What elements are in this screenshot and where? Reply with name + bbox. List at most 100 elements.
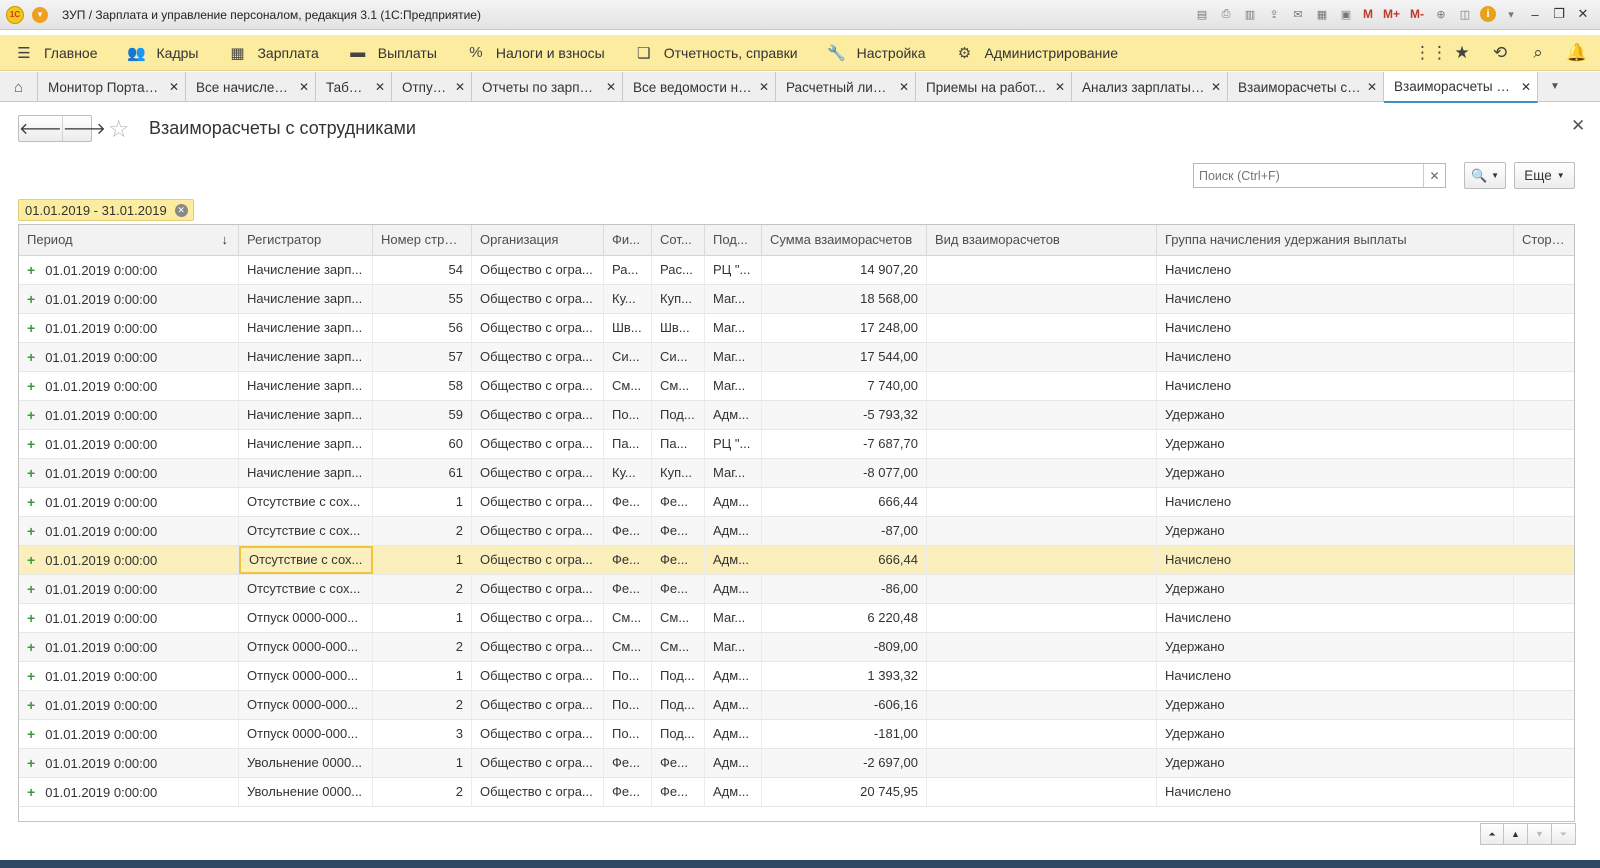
cell-amount[interactable]: -8 077,00: [762, 459, 927, 487]
panels-icon[interactable]: ◫: [1456, 5, 1474, 23]
cell-settlement-type[interactable]: [927, 343, 1157, 371]
table-row[interactable]: +01.01.2019 0:00:00 Увольнение 0000... 1 Об…: [19, 749, 1574, 778]
cell-organization[interactable]: Общество с огра...: [472, 575, 604, 603]
cell-storno[interactable]: [1514, 256, 1574, 284]
section-salary[interactable]: ▦ Зарплата: [213, 35, 333, 71]
cell-period[interactable]: +01.01.2019 0:00:00: [19, 285, 239, 313]
cell-period[interactable]: +01.01.2019 0:00:00: [19, 778, 239, 806]
cell-amount[interactable]: 666,44: [762, 546, 927, 574]
close-icon[interactable]: ✕: [759, 80, 769, 94]
col-accrual-group[interactable]: Группа начисления удержания выплаты: [1157, 225, 1514, 256]
all-functions-icon[interactable]: ⋮⋮: [1414, 43, 1448, 63]
cell-storno[interactable]: [1514, 633, 1574, 661]
cell-line-number[interactable]: 58: [373, 372, 472, 400]
cell-settlement-type[interactable]: [927, 430, 1157, 458]
cell-amount[interactable]: 17 544,00: [762, 343, 927, 371]
cell-organization[interactable]: Общество с огра...: [472, 604, 604, 632]
clear-search-icon[interactable]: ✕: [1423, 164, 1445, 187]
col-settlement-type[interactable]: Вид взаиморасчетов: [927, 225, 1157, 256]
close-icon[interactable]: ✕: [1367, 80, 1377, 94]
cell-settlement-type[interactable]: [927, 459, 1157, 487]
cell-employee[interactable]: См...: [652, 633, 705, 661]
cell-amount[interactable]: -606,16: [762, 691, 927, 719]
cell-settlement-type[interactable]: [927, 285, 1157, 313]
cell-registrar[interactable]: Начисление зарп...: [239, 372, 373, 400]
cell-period[interactable]: +01.01.2019 0:00:00: [19, 720, 239, 748]
cell-employee[interactable]: Куп...: [652, 285, 705, 313]
cell-settlement-type[interactable]: [927, 517, 1157, 545]
cell-individual[interactable]: По...: [604, 720, 652, 748]
cell-accrual-group[interactable]: Удержано: [1157, 517, 1514, 545]
cell-amount[interactable]: 666,44: [762, 488, 927, 516]
cell-accrual-group[interactable]: Удержано: [1157, 575, 1514, 603]
memory-m-button[interactable]: M: [1361, 5, 1375, 23]
cell-registrar[interactable]: Отпуск 0000-000...: [239, 604, 373, 632]
cell-organization[interactable]: Общество с огра...: [472, 778, 604, 806]
cell-employee[interactable]: Под...: [652, 662, 705, 690]
cell-amount[interactable]: -87,00: [762, 517, 927, 545]
cell-organization[interactable]: Общество с огра...: [472, 430, 604, 458]
cell-storno[interactable]: [1514, 314, 1574, 342]
cell-line-number[interactable]: 60: [373, 430, 472, 458]
close-icon[interactable]: ✕: [455, 80, 465, 94]
cell-registrar[interactable]: Начисление зарп...: [239, 401, 373, 429]
cell-individual[interactable]: Ра...: [604, 256, 652, 284]
cell-department[interactable]: Маг...: [705, 459, 762, 487]
search-icon[interactable]: ⌕: [1528, 43, 1548, 63]
cell-line-number[interactable]: 56: [373, 314, 472, 342]
cell-line-number[interactable]: 1: [373, 749, 472, 777]
cell-accrual-group[interactable]: Удержано: [1157, 720, 1514, 748]
col-storno[interactable]: Сторно: [1514, 225, 1574, 256]
restore-icon[interactable]: ❐: [1550, 5, 1568, 23]
tab-settlements-active[interactable]: Взаиморасчеты с ... ✕: [1384, 72, 1538, 103]
cell-department[interactable]: Маг...: [705, 372, 762, 400]
table-row[interactable]: +01.01.2019 0:00:00 Отсутствие с сох... 2 О…: [19, 517, 1574, 546]
tab-payslip[interactable]: Расчетный листок ✕: [776, 72, 916, 102]
cell-accrual-group[interactable]: Начислено: [1157, 778, 1514, 806]
table-row[interactable]: +01.01.2019 0:00:00 Начисление зарп... 57 О…: [19, 343, 1574, 372]
cell-registrar[interactable]: Начисление зарп...: [239, 285, 373, 313]
cell-individual[interactable]: Ку...: [604, 285, 652, 313]
memory-plus-button[interactable]: M+: [1381, 5, 1402, 23]
cell-registrar[interactable]: Начисление зарп...: [239, 459, 373, 487]
cell-organization[interactable]: Общество с огра...: [472, 662, 604, 690]
search-input[interactable]: [1194, 164, 1423, 187]
table-row[interactable]: +01.01.2019 0:00:00 Начисление зарп... 55 О…: [19, 285, 1574, 314]
cell-organization[interactable]: Общество с огра...: [472, 256, 604, 284]
table-row[interactable]: +01.01.2019 0:00:00 Увольнение 0000... 2 Об…: [19, 778, 1574, 807]
remove-filter-icon[interactable]: ✕: [174, 203, 188, 217]
table-row[interactable]: +01.01.2019 0:00:00 Начисление зарп... 59 О…: [19, 401, 1574, 430]
table-row[interactable]: +01.01.2019 0:00:00 Отпуск 0000-000... 3 Об…: [19, 720, 1574, 749]
cell-line-number[interactable]: 2: [373, 691, 472, 719]
cell-period[interactable]: +01.01.2019 0:00:00: [19, 430, 239, 458]
cell-individual[interactable]: Па...: [604, 430, 652, 458]
cell-line-number[interactable]: 55: [373, 285, 472, 313]
cell-storno[interactable]: [1514, 749, 1574, 777]
tab-all-statements[interactable]: Все ведомости на... ✕: [623, 72, 776, 102]
cell-storno[interactable]: [1514, 517, 1574, 545]
cell-individual[interactable]: По...: [604, 691, 652, 719]
section-taxes[interactable]: % Налоги и взносы: [452, 35, 620, 71]
forward-arrow-icon[interactable]: 🡒: [61, 116, 106, 141]
cell-settlement-type[interactable]: [927, 488, 1157, 516]
cell-line-number[interactable]: 1: [373, 488, 472, 516]
scroll-top-icon[interactable]: ⏶: [1480, 823, 1504, 845]
find-button[interactable]: 🔍 ▼: [1464, 162, 1506, 189]
cell-individual[interactable]: Ку...: [604, 459, 652, 487]
cell-registrar[interactable]: Отсутствие с сох...: [239, 575, 373, 603]
tab-timesheets[interactable]: Табели ✕: [316, 72, 392, 102]
table-row[interactable]: +01.01.2019 0:00:00 Отпуск 0000-000... 2 Об…: [19, 691, 1574, 720]
cell-accrual-group[interactable]: Удержано: [1157, 749, 1514, 777]
cell-storno[interactable]: [1514, 778, 1574, 806]
tab-portal-monitor[interactable]: Монитор Портала ... ✕: [38, 72, 186, 102]
cell-individual[interactable]: Фе...: [604, 575, 652, 603]
cell-accrual-group[interactable]: Удержано: [1157, 691, 1514, 719]
info-dropdown-icon[interactable]: ▾: [1502, 5, 1520, 23]
section-admin[interactable]: ⚙ Администрирование: [941, 35, 1134, 71]
cell-registrar[interactable]: Отпуск 0000-000...: [239, 633, 373, 661]
mail-icon[interactable]: ✉: [1289, 5, 1307, 23]
cell-line-number[interactable]: 2: [373, 575, 472, 603]
section-main[interactable]: ☰ Главное: [0, 35, 113, 71]
back-arrow-icon[interactable]: 🡐: [19, 116, 62, 141]
tab-settlements-1[interactable]: Взаиморасчеты с ... ✕: [1228, 72, 1384, 102]
